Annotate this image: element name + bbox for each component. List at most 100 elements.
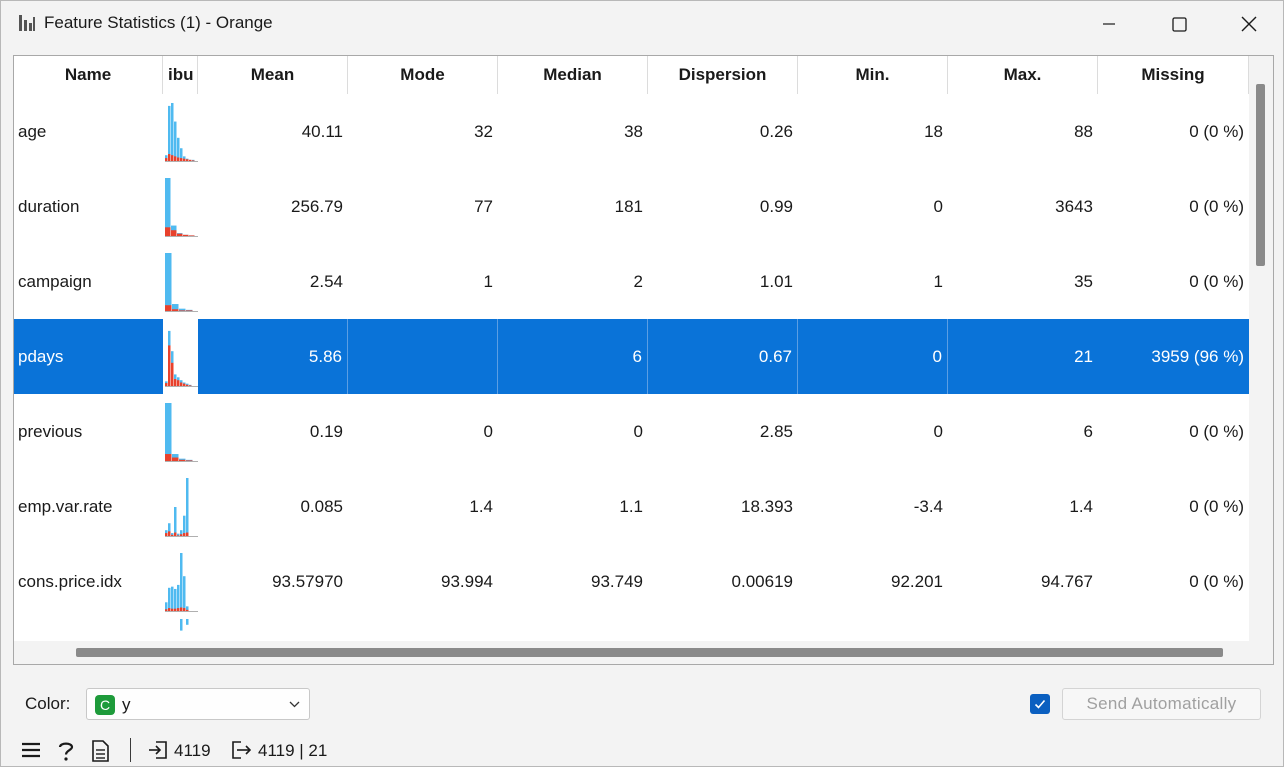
histogram-bar-target [165, 609, 168, 611]
histogram-bar-target [186, 159, 189, 161]
histogram-bar-target [192, 160, 195, 161]
feature-name: campaign [18, 271, 92, 291]
categorical-variable-icon: C [95, 695, 115, 715]
histogram-bar-target [186, 310, 193, 311]
histogram-bar [186, 478, 189, 536]
close-button[interactable] [1214, 1, 1284, 47]
horizontal-scrollbar[interactable] [14, 641, 1249, 664]
cell-median: 38 [624, 121, 643, 141]
cell-dispersion: 0.26 [759, 121, 793, 141]
table-row[interactable]: previous 0.19 0 0 2.85 0 6 0 (0 %) [14, 394, 1249, 469]
horizontal-scrollbar-thumb[interactable] [76, 648, 1223, 657]
title-bar[interactable]: Feature Statistics (1) - Orange [1, 1, 1283, 47]
table-header: Name ibu Mean Mode Median Dispersion Min. Max. M… [14, 56, 1249, 94]
histogram-bar-target [171, 608, 174, 611]
histogram-bar-target [179, 310, 186, 311]
column-header-mode[interactable]: Mode [348, 56, 498, 94]
table-row[interactable]: cons.price.idx 93.57970 93.994 93.749 0.0061… [14, 544, 1249, 619]
column-header-distribution[interactable]: ibu [163, 56, 198, 94]
cell-mean [198, 619, 348, 641]
status-bar: 4119 4119 | 21 [1, 734, 1283, 766]
column-header-max[interactable]: Max. [948, 56, 1098, 94]
cell-missing [1098, 619, 1249, 641]
cell-mode: 77 [474, 196, 493, 216]
table-row[interactable]: emp.var.rate 0.085 1.4 1.1 18.393 -3.4 1.4 0 (0… [14, 469, 1249, 544]
histogram-bar [165, 253, 172, 311]
cell-dispersion: 18.393 [741, 496, 793, 516]
histogram-bar-target [186, 460, 193, 461]
histogram-bar-target [183, 533, 186, 536]
cell-min [798, 619, 948, 641]
histogram-bar [168, 587, 171, 611]
histogram-bar [183, 515, 186, 536]
minimize-button[interactable] [1074, 1, 1144, 47]
vertical-scrollbar-thumb[interactable] [1256, 84, 1265, 266]
histogram-bar [171, 586, 174, 611]
column-header-median[interactable]: Median [498, 56, 648, 94]
histogram-bar-target [165, 533, 168, 536]
send-automatically-button[interactable]: Send Automatically [1062, 688, 1261, 720]
distribution-histogram [163, 544, 198, 619]
cell-missing: 0 (0 %) [1189, 196, 1244, 216]
histogram-bar-target [177, 233, 183, 236]
table-row[interactable]: age 40.11 32 38 0.26 18 88 0 (0 %) [14, 94, 1249, 169]
histogram-bar-target [174, 156, 177, 161]
histogram-bar-target [165, 383, 168, 386]
app-icon [19, 15, 35, 31]
table-row[interactable]: pdays 5.86 6 0.67 0 21 3959 (96 %) [14, 319, 1249, 394]
histogram-bar-target [189, 235, 195, 236]
cell-dispersion: 2.85 [759, 421, 793, 441]
histogram-bar-target [172, 309, 179, 311]
column-header-dispersion[interactable]: Dispersion [648, 56, 798, 94]
histogram-bar-target [174, 379, 177, 386]
cell-mode: 32 [474, 121, 493, 141]
feature-name [14, 619, 163, 641]
report-icon[interactable] [91, 740, 109, 762]
histogram-bar-target [177, 380, 180, 386]
feature-statistics-table[interactable]: Name ibu Mean Mode Median Dispersion Min. Max. M… [13, 55, 1274, 665]
histogram-bar [174, 507, 177, 536]
cell-dispersion: 1.01 [759, 271, 793, 291]
table-body[interactable]: age 40.11 32 38 0.26 18 88 0 (0 %) duration 256.7… [14, 94, 1249, 641]
table-row[interactable]: campaign 2.54 1 2 1.01 1 35 0 (0 %) [14, 244, 1249, 319]
distribution-histogram [163, 619, 198, 641]
column-header-min[interactable]: Min. [798, 56, 948, 94]
column-header-name[interactable]: Name [14, 56, 163, 94]
minimize-icon [1103, 23, 1115, 25]
cell-mean: 0.19 [309, 421, 343, 441]
scrollbar-corner [1249, 641, 1273, 664]
histogram-bar [183, 576, 186, 611]
cell-mean: 40.11 [301, 121, 343, 141]
distribution-histogram [163, 394, 198, 469]
help-icon[interactable] [56, 740, 76, 762]
feature-name: previous [18, 421, 83, 441]
maximize-button[interactable] [1144, 1, 1214, 47]
column-header-mean[interactable]: Mean [198, 56, 348, 94]
feature-name: pdays [18, 346, 64, 366]
cell-missing: 0 (0 %) [1189, 571, 1244, 591]
histogram-bar-target [177, 157, 180, 161]
distribution-histogram [163, 469, 198, 544]
table-row[interactable]: duration 256.79 77 181 0.99 0 3643 0 (0 %) [14, 169, 1249, 244]
histogram-bar-target [165, 227, 171, 236]
cell-missing: 0 (0 %) [1189, 271, 1244, 291]
chevron-down-icon [289, 701, 300, 708]
histogram-bar [174, 588, 177, 611]
histogram-bar-target [168, 608, 171, 611]
histogram-bar-target [180, 534, 183, 536]
menu-icon[interactable] [21, 740, 41, 760]
color-select[interactable]: C y [86, 688, 310, 720]
send-automatically-checkbox[interactable] [1030, 694, 1050, 714]
histogram-bar-target [183, 234, 189, 236]
histogram-bar-target [171, 362, 174, 386]
cell-max: 35 [1074, 271, 1093, 291]
cell-mode: 93.994 [441, 571, 493, 591]
cell-mode: 1 [483, 271, 493, 291]
table-row[interactable] [14, 619, 1249, 641]
histogram-bar [171, 103, 174, 161]
column-header-missing[interactable]: Missing [1098, 56, 1249, 94]
distribution-histogram [163, 94, 198, 169]
vertical-scrollbar[interactable] [1249, 56, 1273, 641]
histogram-bar-target [165, 305, 172, 311]
feature-statistics-window: Feature Statistics (1) - Orange Name ibu M… [0, 0, 1284, 767]
